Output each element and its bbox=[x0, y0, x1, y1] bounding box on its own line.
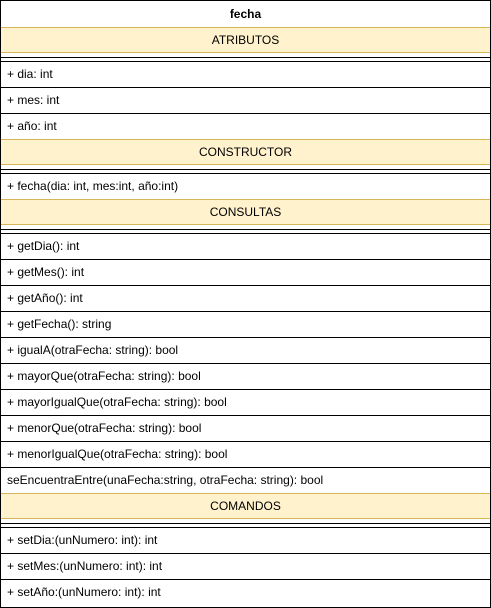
query-row: + menorIgualQue(otraFecha: string): bool bbox=[1, 441, 490, 467]
query-row: + getDia(): int bbox=[1, 233, 490, 259]
separator bbox=[1, 229, 490, 230]
query-row: + getFecha(): string bbox=[1, 311, 490, 337]
command-row: + setDia:(unNumero: int): int bbox=[1, 527, 490, 553]
section-header-atributos: ATRIBUTOS bbox=[1, 27, 490, 53]
query-row: + getAño(): int bbox=[1, 285, 490, 311]
query-row: + mayorQue(otraFecha: string): bool bbox=[1, 363, 490, 389]
section-header-constructor: CONSTRUCTOR bbox=[1, 139, 490, 165]
query-row: + getMes(): int bbox=[1, 259, 490, 285]
command-row: + setMes:(unNumero: int): int bbox=[1, 553, 490, 579]
attribute-row: + año: int bbox=[1, 113, 490, 139]
constructor-row: + fecha(dia: int, mes:int, año:int) bbox=[1, 173, 490, 199]
section-header-consultas: CONSULTAS bbox=[1, 199, 490, 225]
query-row: + menorQue(otraFecha: string): bool bbox=[1, 415, 490, 441]
attribute-row: + dia: int bbox=[1, 61, 490, 87]
separator bbox=[1, 523, 490, 524]
section-header-comandos: COMANDOS bbox=[1, 493, 490, 519]
query-row: + igualA(otraFecha: string): bool bbox=[1, 337, 490, 363]
separator bbox=[1, 57, 490, 58]
query-row: seEncuentraEntre(unaFecha:string, otraFe… bbox=[1, 467, 490, 493]
attribute-row: + mes: int bbox=[1, 87, 490, 113]
query-row: + mayorIgualQue(otraFecha: string): bool bbox=[1, 389, 490, 415]
command-row: + setAño:(unNumero: int): int bbox=[1, 579, 490, 605]
separator bbox=[1, 169, 490, 170]
class-title: fecha bbox=[229, 7, 262, 21]
uml-class-box: fecha ATRIBUTOS + dia: int + mes: int + … bbox=[0, 0, 491, 608]
